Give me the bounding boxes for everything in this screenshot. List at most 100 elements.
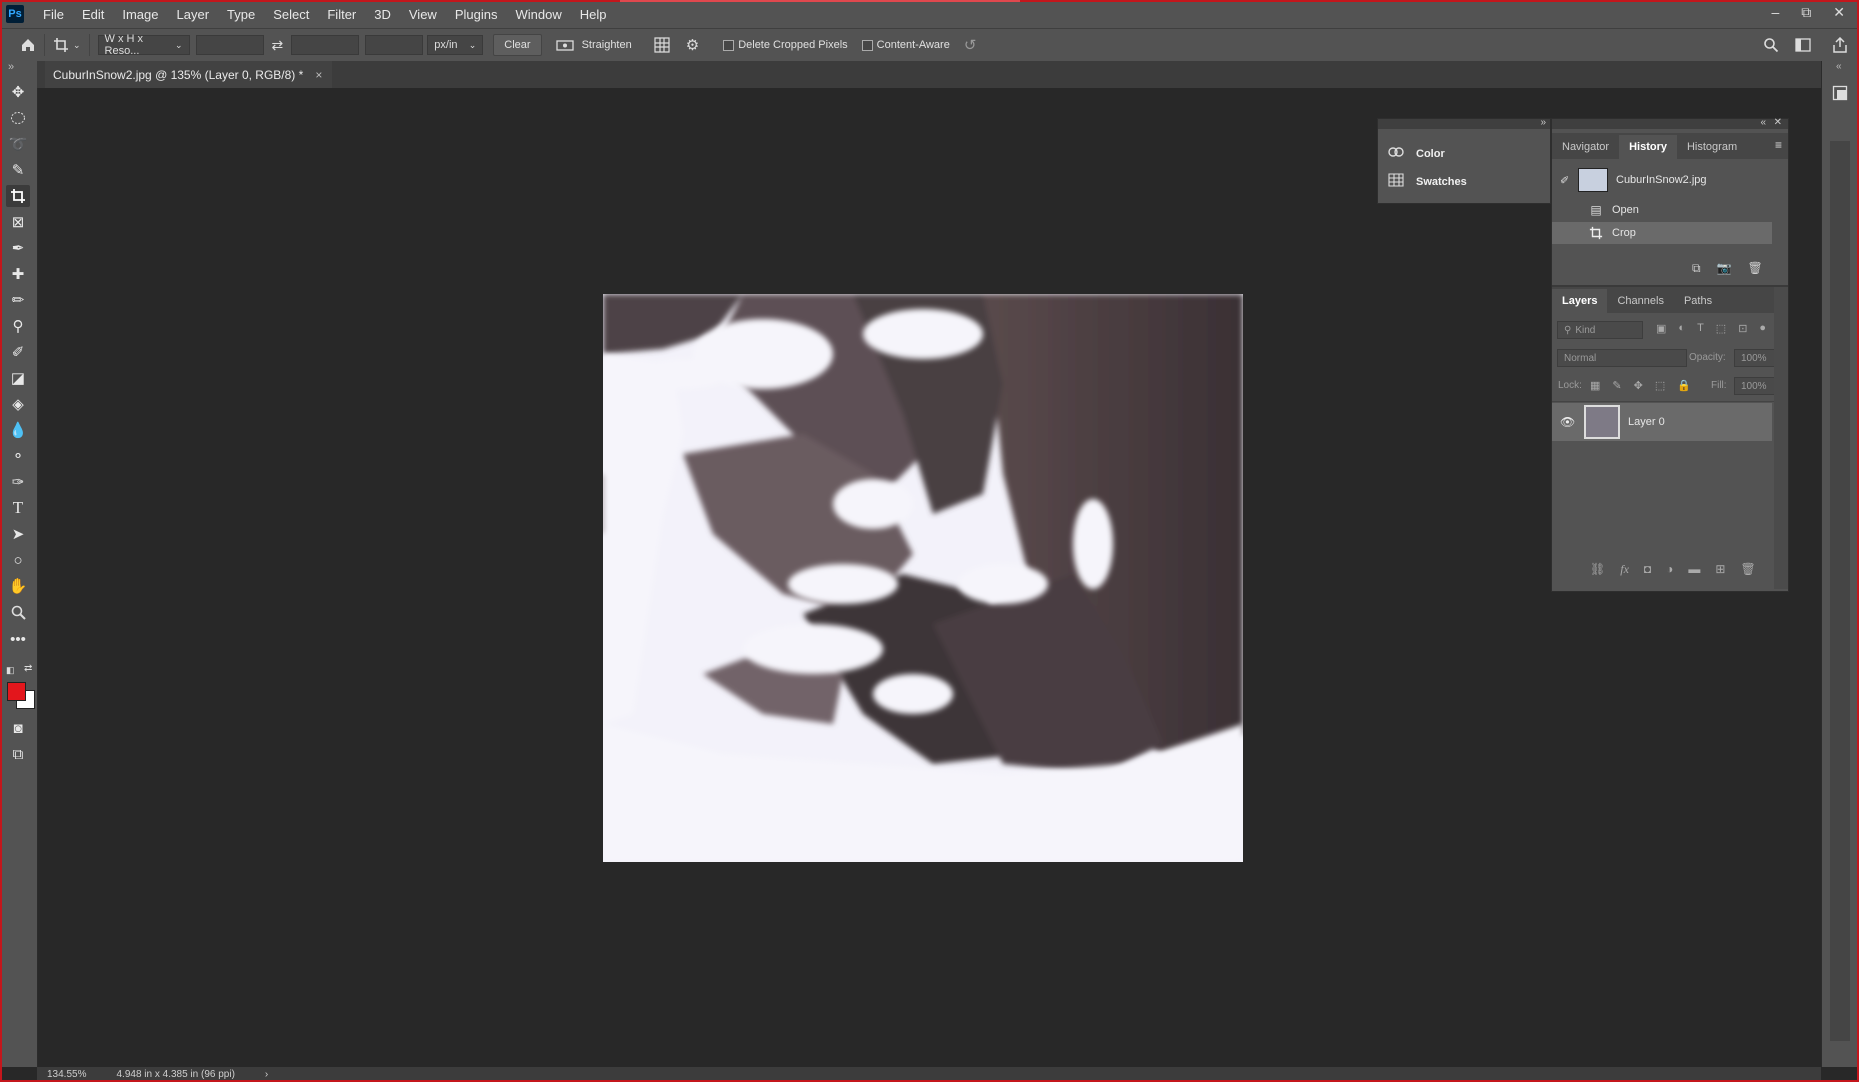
ellipse-tool-icon[interactable]: ○ [6,549,30,571]
dodge-tool-icon[interactable]: ⚬ [6,445,30,467]
width-field[interactable] [195,35,264,55]
folder-icon[interactable]: ▬ [1688,562,1700,577]
document-size[interactable]: 4.948 in x 4.385 in (96 ppi) [116,1069,234,1080]
zoom-level[interactable]: 134.55% [47,1069,86,1080]
expand-dock-icon[interactable]: « [1836,61,1842,72]
units-dropdown[interactable]: px/in ⌄ [427,35,484,55]
camera-icon[interactable]: 📷 [1717,261,1732,276]
lock-artboard-icon[interactable]: ⬚ [1655,379,1665,392]
checkbox-box[interactable] [861,39,873,51]
menu-help[interactable]: Help [571,7,616,22]
zoom-tool-icon[interactable] [6,601,30,623]
tab-navigator[interactable]: Navigator [1552,135,1619,159]
checkbox-box[interactable] [723,39,735,51]
foreground-color-swatch[interactable] [7,682,26,701]
minimize-button[interactable]: – [1771,4,1779,21]
lock-position-icon[interactable]: ✥ [1634,379,1643,392]
eyedropper-tool-icon[interactable]: ✒ [6,237,30,259]
swap-icon[interactable]: ⇄ [272,37,284,54]
path-selection-tool-icon[interactable]: ➤ [6,523,30,545]
pen-tool-icon[interactable]: ✑ [6,471,30,493]
swatches-panel-button[interactable]: Swatches [1388,173,1467,190]
healing-brush-tool-icon[interactable]: ✚ [6,263,30,285]
height-field[interactable] [291,35,360,55]
screen-mode-icon[interactable]: ⧉ [6,743,30,765]
blur-tool-icon[interactable]: 💧 [6,419,30,441]
trash-icon[interactable]: 🗑 [1740,562,1755,577]
crop-tool-icon[interactable] [6,185,30,207]
layer-row[interactable]: 👁 Layer 0 [1552,403,1772,441]
menu-image[interactable]: Image [113,7,167,22]
new-document-from-state-icon[interactable]: ⧉ [1692,261,1701,276]
menu-view[interactable]: View [400,7,446,22]
history-state-crop[interactable]: Crop [1552,222,1772,244]
shape-filter-icon[interactable]: ⬚ [1716,322,1726,335]
frame-tool-icon[interactable]: ⊠ [6,211,30,233]
document-tab[interactable]: CuburInSnow2.jpg @ 135% (Layer 0, RGB/8)… [45,61,333,88]
expand-panels-icon[interactable]: » [1540,117,1546,128]
menu-3d[interactable]: 3D [365,7,400,22]
pixel-filter-icon[interactable]: ▣ [1656,322,1666,335]
paint-bucket-tool-icon[interactable]: ◈ [6,393,30,415]
dock-scrollbar[interactable] [1830,141,1850,1041]
history-brush-tool-icon[interactable]: ✐ [6,341,30,363]
blend-mode-dropdown[interactable]: Normal [1557,349,1687,367]
tab-channels[interactable]: Channels [1607,289,1673,313]
smart-object-filter-icon[interactable]: ⊡ [1738,322,1747,335]
workspace-icon[interactable] [1795,38,1811,52]
content-aware-checkbox[interactable]: Content-Aware [861,39,950,51]
more-tools-icon[interactable]: ••• [6,628,30,650]
type-tool-icon[interactable]: T [6,497,30,519]
link-layers-icon[interactable]: ⛓ [1590,562,1605,577]
collapse-toolbar-icon[interactable]: » [8,61,14,73]
chevron-down-icon[interactable]: ⌄ [73,40,81,51]
straighten-label[interactable]: Straighten [582,39,632,51]
eraser-tool-icon[interactable]: ◪ [6,367,30,389]
close-button[interactable]: ✕ [1833,4,1845,21]
lasso-tool-icon[interactable]: ➰ [6,133,30,155]
marquee-tool-icon[interactable] [6,107,30,129]
properties-panel-icon[interactable] [1832,85,1848,104]
straighten-icon[interactable] [555,38,574,52]
menu-window[interactable]: Window [506,7,570,22]
lock-image-icon[interactable]: ✎ [1612,379,1621,392]
delete-cropped-pixels-checkbox[interactable]: Delete Cropped Pixels [723,39,848,51]
reset-icon[interactable]: ↺ [964,36,977,54]
overlay-grid-icon[interactable] [654,37,670,53]
share-icon[interactable] [1833,37,1847,53]
tab-history[interactable]: History [1619,135,1677,159]
menu-plugins[interactable]: Plugins [446,7,507,22]
quick-mask-icon[interactable]: ◙ [6,717,30,739]
ratio-preset-dropdown[interactable]: W x H x Reso... ⌄ [97,33,190,57]
menu-file[interactable]: File [34,7,73,22]
fx-icon[interactable]: fx [1620,562,1629,577]
menu-layer[interactable]: Layer [168,7,219,22]
adjustment-layer-icon[interactable]: ◑ [1666,562,1673,577]
add-mask-icon[interactable]: ◘ [1644,562,1651,577]
resolution-field[interactable] [365,35,424,55]
home-icon[interactable] [20,37,36,53]
quick-selection-tool-icon[interactable]: ✎ [6,159,30,181]
trash-icon[interactable]: 🗑 [1748,261,1763,276]
tab-histogram[interactable]: Histogram [1677,135,1747,159]
new-layer-icon[interactable]: ⊞ [1715,562,1725,577]
layer-kind-filter[interactable]: ⚲ Kind [1557,321,1643,339]
clear-button[interactable]: Clear [493,34,542,56]
menu-filter[interactable]: Filter [318,7,365,22]
clone-stamp-tool-icon[interactable]: ⚲ [6,315,30,337]
document-canvas[interactable] [603,294,1243,862]
lock-transparent-icon[interactable]: ▦ [1590,379,1600,392]
default-colors-icon[interactable]: ◧ [6,665,15,676]
brush-tool-icon[interactable]: ✏ [6,289,30,311]
hand-tool-icon[interactable]: ✋ [6,575,30,597]
layers-scrollbar[interactable] [1774,287,1788,589]
collapse-column-icon[interactable]: « [1760,117,1766,128]
tab-paths[interactable]: Paths [1674,289,1722,313]
adjustment-filter-icon[interactable]: ◐ [1678,322,1685,335]
menu-select[interactable]: Select [264,7,318,22]
history-snapshot[interactable]: ✐ CuburInSnow2.jpg [1552,165,1772,195]
close-column-icon[interactable]: ✕ [1774,117,1782,128]
filter-toggle-icon[interactable]: ● [1759,322,1766,335]
search-icon[interactable] [1763,37,1779,53]
restore-button[interactable]: ⧉ [1801,4,1811,21]
